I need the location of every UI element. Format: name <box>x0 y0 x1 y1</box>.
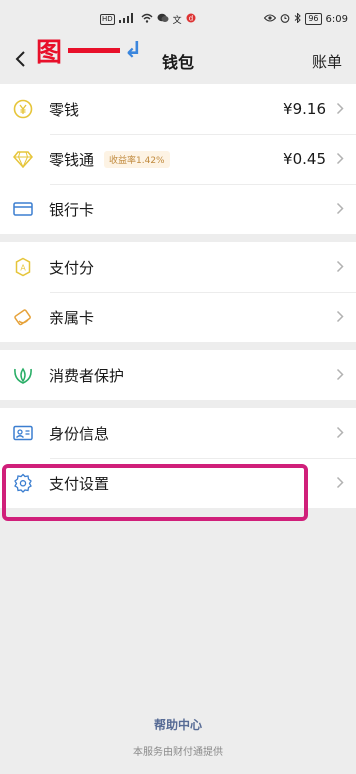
annotation-label: 图 <box>36 38 63 68</box>
wallet-group-balance: 零钱 ¥9.16 零钱通 收益率1.42% ¥0.45 银行卡 <box>0 84 356 234</box>
clock-time: 6:09 <box>325 13 348 25</box>
app-notification-icon: d <box>186 13 196 26</box>
leaf-shield-icon <box>12 364 34 386</box>
row-family-card[interactable]: 亲属卡 <box>0 292 356 342</box>
hd-indicator: HD <box>100 13 115 25</box>
id-card-icon <box>12 422 34 444</box>
chevron-right-icon <box>334 150 344 169</box>
bill-button[interactable]: 账单 <box>312 51 342 72</box>
row-payment-score[interactable]: A 支付分 <box>0 242 356 292</box>
row-value: ¥0.45 <box>283 150 326 168</box>
eye-comfort-icon <box>264 13 277 25</box>
status-right: 96 6:09 <box>264 11 348 26</box>
row-change[interactable]: 零钱 ¥9.16 <box>0 84 356 134</box>
row-consumer-protection[interactable]: 消费者保护 <box>0 350 356 400</box>
wifi-icon <box>141 13 153 26</box>
chevron-right-icon <box>334 366 344 385</box>
row-label: 零钱 <box>49 100 80 119</box>
wechat-notification-icon <box>157 13 169 26</box>
signal-icon <box>118 12 137 26</box>
row-label: 零钱通 <box>49 150 95 169</box>
row-label: 银行卡 <box>49 200 95 219</box>
svg-text:d: d <box>188 14 192 22</box>
family-card-icon <box>12 306 34 328</box>
chevron-right-icon <box>334 100 344 119</box>
row-label: 亲属卡 <box>49 308 95 327</box>
row-lingqiantong[interactable]: 零钱通 收益率1.42% ¥0.45 <box>0 134 356 184</box>
footer: 帮助中心 本服务由财付通提供 <box>0 716 356 758</box>
bluetooth-icon <box>294 11 302 26</box>
chevron-right-icon <box>334 258 344 277</box>
wallet-group-credit: A 支付分 亲属卡 <box>0 242 356 342</box>
card-icon <box>12 198 34 220</box>
row-bank-card[interactable]: 银行卡 <box>0 184 356 234</box>
chevron-right-icon <box>334 200 344 219</box>
wallet-group-protection: 消费者保护 <box>0 350 356 400</box>
battery-icon: 96 <box>305 13 322 25</box>
row-label: 消费者保护 <box>49 366 125 385</box>
alarm-icon <box>280 13 290 26</box>
annotation-marker: 图 ↲ <box>36 32 142 69</box>
yuan-coin-icon <box>12 98 34 120</box>
help-center-link[interactable]: 帮助中心 <box>0 716 356 733</box>
yield-badge: 收益率1.42% <box>104 150 170 168</box>
chevron-right-icon <box>334 424 344 443</box>
annotation-line <box>68 48 121 53</box>
highlight-box <box>2 464 308 521</box>
chevron-right-icon <box>334 474 344 493</box>
chevron-right-icon <box>334 308 344 327</box>
chevron-left-icon <box>15 50 25 67</box>
row-label: 身份信息 <box>49 424 110 443</box>
diamond-icon <box>12 148 34 170</box>
row-label: 支付分 <box>49 258 95 277</box>
row-value: ¥9.16 <box>283 100 326 118</box>
svg-text:A: A <box>20 264 26 273</box>
provider-note: 本服务由财付通提供 <box>133 747 223 758</box>
status-left: HD 文 d <box>100 12 196 26</box>
translate-icon: 文 <box>172 15 182 26</box>
score-badge-icon: A <box>12 256 34 278</box>
row-identity-info[interactable]: 身份信息 <box>0 408 356 458</box>
annotation-arrow-icon: ↲ <box>124 38 143 63</box>
